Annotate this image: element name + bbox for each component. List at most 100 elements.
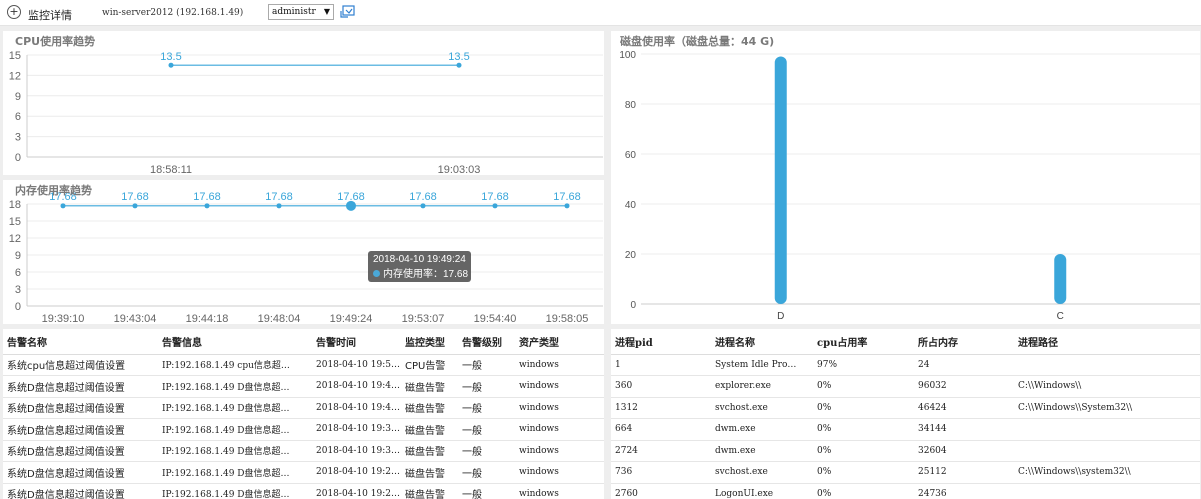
cpu-line-chart: 0 3 6 9 12 15 18:58:11 19:03:03 13.5 13.5 [9, 50, 603, 175]
process-column-header[interactable]: 进程pid [611, 329, 711, 355]
disk-chart-title: 磁盘使用率（磁盘总量：44 G) [620, 35, 775, 48]
memory-y-tick-label: 3 [15, 284, 21, 296]
process-row[interactable]: 1312 svchost.exe 0% 46424 C:\\Windows\\Syste… [611, 397, 1200, 419]
process-cell: 0% [813, 461, 914, 484]
memory-data-label: 17.68 [409, 191, 437, 203]
memory-y-tick-label: 9 [15, 250, 21, 262]
alert-cell: 2018-04-10 19:2… [312, 483, 401, 499]
refresh-icon[interactable] [340, 5, 355, 19]
alert-cell: 一般 [458, 354, 515, 376]
memory-x-tick-label: 19:54:40 [474, 313, 517, 324]
alert-cell: 系统cpu信息超过阈值设置 [3, 354, 158, 376]
alert-row[interactable]: 系统D盘信息超过阈值设置 IP:192.168.1.49 D盘信息超… 2018-0… [3, 418, 604, 441]
monitor-detail-page: + 监控详情 win-server2012 (192.168.1.49) adm… [0, 0, 1201, 499]
process-column-header[interactable]: 进程名称 [711, 329, 813, 355]
alert-row[interactable]: 系统D盘信息超过阈值设置 IP:192.168.1.49 D盘信息超… 2018-0… [3, 375, 604, 398]
process-cell: 1 [611, 354, 711, 376]
disk-bar-chart: 0 20 40 60 80 100 D C [619, 50, 1200, 322]
alert-cell: IP:192.168.1.49 D盘信息超… [158, 397, 312, 419]
alert-cell: 一般 [458, 461, 515, 484]
process-cell: dwm.exe [711, 418, 813, 441]
alert-column-header[interactable]: 告警信息 [158, 329, 312, 355]
memory-x-tick-label: 19:48:04 [258, 313, 301, 324]
disk-category-label: D [777, 311, 784, 322]
alert-cell: windows [515, 483, 604, 499]
process-cell: 664 [611, 418, 711, 441]
process-cell: 0% [813, 397, 914, 419]
process-row[interactable]: 1 System Idle Pro… 97% 24 [611, 354, 1200, 376]
process-cell: C:\\Windows\\ [1014, 375, 1200, 398]
alert-cell: 系统D盘信息超过阈值设置 [3, 418, 158, 441]
disk-bar [1054, 254, 1067, 304]
memory-data-point [60, 203, 66, 209]
alert-column-header[interactable]: 资产类型 [515, 329, 604, 355]
alert-cell: CPU告警 [401, 354, 458, 376]
process-cell: 360 [611, 375, 711, 398]
process-row[interactable]: 360 explorer.exe 0% 96032 C:\\Windows\\ [611, 375, 1200, 398]
chart-tooltip: 2018-04-10 19:49:24 内存使用率：17.68 [368, 251, 471, 282]
cpu-x-tick-label: 19:03:03 [438, 164, 481, 175]
cpu-y-tick-label: 15 [9, 50, 21, 62]
alert-cell: IP:192.168.1.49 D盘信息超… [158, 375, 312, 398]
alert-row[interactable]: 系统D盘信息超过阈值设置 IP:192.168.1.49 D盘信息超… 2018-0… [3, 440, 604, 462]
disk-y-tick-label: 20 [625, 250, 637, 261]
memory-chart-panel: 内存使用率趋势 0 3 6 9 12 15 18 19:39:10 19:43:04 19:44:… [3, 180, 604, 324]
process-column-header[interactable]: 所占内存 [914, 329, 1014, 355]
process-cell: 0% [813, 375, 914, 398]
alert-column-header[interactable]: 告警名称 [3, 329, 158, 355]
process-row[interactable]: 664 dwm.exe 0% 34144 [611, 418, 1200, 441]
alert-cell: 磁盘告警 [401, 483, 458, 499]
process-cell: 0% [813, 440, 914, 462]
alert-cell: IP:192.168.1.49 D盘信息超… [158, 483, 312, 499]
alert-cell: 一般 [458, 375, 515, 398]
alert-cell: 系统D盘信息超过阈值设置 [3, 397, 158, 419]
alert-row[interactable]: 系统D盘信息超过阈值设置 IP:192.168.1.49 D盘信息超… 2018-0… [3, 397, 604, 419]
alert-cell: 磁盘告警 [401, 397, 458, 419]
alert-row[interactable]: 系统D盘信息超过阈值设置 IP:192.168.1.49 D盘信息超… 2018-0… [3, 483, 604, 499]
alert-column-header[interactable]: 告警级别 [458, 329, 515, 355]
process-row[interactable]: 736 svchost.exe 0% 25112 C:\\Windows\\system… [611, 461, 1200, 484]
disk-bar [774, 56, 787, 304]
process-row[interactable]: 2724 dwm.exe 0% 32604 [611, 440, 1200, 462]
process-cell: 0% [813, 483, 914, 499]
alert-column-header[interactable]: 告警时间 [312, 329, 401, 355]
process-column-header[interactable]: 进程路径 [1014, 329, 1200, 355]
alert-cell: 2018-04-10 19:3… [312, 440, 401, 462]
process-cell: 46424 [914, 397, 1014, 419]
alert-row[interactable]: 系统cpu信息超过阈值设置 IP:192.168.1.49 cpu信息超… 2018… [3, 354, 604, 376]
alert-cell: 2018-04-10 19:4… [312, 375, 401, 398]
process-cell: 32604 [914, 440, 1014, 462]
alerts-table: 告警名称 告警信息 告警时间 监控类型 告警级别 资产类型 系统cpu信息超过阈值设置 IP… [3, 329, 604, 499]
alert-cell: 一般 [458, 483, 515, 499]
memory-line-chart: 0 3 6 9 12 15 18 19:39:10 19:43:04 19:44:18 19:48:… [9, 191, 603, 324]
tooltip-series-dot [373, 270, 380, 277]
cpu-data-label: 13.5 [160, 51, 181, 63]
process-cell: LogonUI.exe [711, 483, 813, 499]
alert-column-header[interactable]: 监控类型 [401, 329, 458, 355]
cpu-y-tick-label: 0 [15, 152, 21, 164]
memory-data-point [132, 203, 138, 209]
alert-cell: 磁盘告警 [401, 440, 458, 462]
alert-cell: 磁盘告警 [401, 375, 458, 398]
alert-cell: 2018-04-10 19:5… [312, 354, 401, 376]
alert-cell: 系统D盘信息超过阈值设置 [3, 375, 158, 398]
process-cell: 24736 [914, 483, 1014, 499]
process-cell: 24 [914, 354, 1014, 376]
process-row[interactable]: 2760 LogonUI.exe 0% 24736 [611, 483, 1200, 499]
process-cell: 25112 [914, 461, 1014, 484]
alert-row[interactable]: 系统D盘信息超过阈值设置 IP:192.168.1.49 D盘信息超… 2018-0… [3, 461, 604, 484]
account-select[interactable]: administr ▼ [268, 4, 334, 20]
memory-y-tick-label: 0 [15, 301, 21, 313]
circle-plus-icon[interactable]: + [7, 5, 21, 19]
alert-cell: windows [515, 440, 604, 462]
alert-cell: 系统D盘信息超过阈值设置 [3, 483, 158, 499]
process-column-header[interactable]: cpu占用率 [813, 329, 914, 355]
memory-x-tick-label: 19:49:24 [330, 313, 373, 324]
alert-cell: 磁盘告警 [401, 418, 458, 441]
cpu-data-point [456, 62, 462, 68]
disk-y-tick-label: 60 [625, 150, 637, 161]
disk-category-label: C [1057, 311, 1064, 322]
cpu-chart-panel: CPU使用率趋势 0 3 6 9 12 15 18:58:11 19:03:03 13.5 13.… [3, 31, 604, 175]
memory-x-tick-label: 19:43:04 [114, 313, 157, 324]
processes-table-panel: 进程pid 进程名称 cpu占用率 所占内存 进程路径 1 System Idle Pro… [611, 329, 1200, 499]
